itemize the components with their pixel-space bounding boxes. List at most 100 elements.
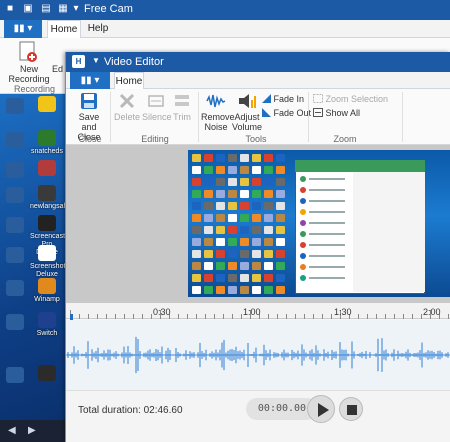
show-all-icon: [313, 108, 323, 117]
ruler-tick: [412, 314, 413, 319]
desktop-icon[interactable]: [6, 98, 24, 114]
desktop-icon[interactable]: [38, 312, 56, 328]
edit-button[interactable]: Ed: [52, 64, 63, 74]
frame-desktop-icon: [240, 190, 249, 198]
desktop-icon[interactable]: [6, 314, 24, 330]
fade-out-button[interactable]: Fade Out: [262, 107, 311, 119]
desktop-icon[interactable]: [6, 217, 24, 233]
desktop-icon[interactable]: [6, 280, 24, 296]
trim-button[interactable]: Trim: [171, 92, 193, 122]
ruler-tick: [403, 314, 404, 319]
zoom-selection-button[interactable]: Zoom Selection: [313, 93, 388, 105]
titlebar-dropdown-icon[interactable]: ▼: [92, 56, 100, 65]
quick-new-icon[interactable]: ▣: [22, 3, 34, 15]
frame-desktop-icon: [252, 190, 261, 198]
frame-desktop-icon: [228, 190, 237, 198]
desktop-icon[interactable]: [38, 215, 56, 231]
save-icon[interactable]: ▦: [57, 3, 69, 15]
silence-label: Silence: [142, 112, 172, 122]
frame-desktop-icon: [192, 154, 201, 162]
desktop-icon[interactable]: [38, 130, 56, 146]
freecam-menu-button[interactable]: ▮▮ ▾: [4, 20, 42, 38]
frame-desktop-icon: [240, 286, 249, 294]
adjust-volume-button[interactable]: Adjust Volume: [232, 92, 262, 132]
frame-desktop-icon: [228, 178, 237, 186]
dropdown-icon[interactable]: ▾: [70, 3, 82, 15]
frame-desktop-icon: [252, 178, 261, 186]
stop-button[interactable]: [339, 397, 363, 421]
frame-desktop-icon: [192, 214, 201, 222]
frame-desktop-icon: [228, 226, 237, 234]
desktop-icon[interactable]: [6, 187, 24, 203]
freecam-title: Free Cam: [84, 3, 133, 15]
show-all-button[interactable]: Show All: [313, 107, 360, 119]
show-all-label: Show All: [325, 108, 361, 118]
group-tools-label: Tools: [245, 134, 267, 144]
new-recording-icon[interactable]: [18, 41, 38, 63]
frame-list-avatar: [300, 275, 306, 281]
remove-noise-icon: [206, 94, 226, 108]
desktop-icon[interactable]: [38, 160, 56, 176]
video-frame[interactable]: [188, 150, 450, 297]
delete-icon: [119, 93, 135, 109]
desktop-icon[interactable]: [38, 278, 56, 294]
ruler-tick: [277, 314, 278, 319]
frame-desktop-icon: [252, 226, 261, 234]
delete-button[interactable]: Delete: [114, 92, 140, 122]
video-editor-window: H ▼ Video Editor ▮▮ ▾ Home Save and Clos…: [65, 52, 450, 442]
desktop-icon[interactable]: [38, 96, 56, 112]
frame-desktop-icon: [228, 274, 237, 282]
frame-list-avatar: [300, 209, 306, 215]
ruler-tick: [313, 314, 314, 319]
frame-desktop-icon: [252, 238, 261, 246]
ruler-tick: [178, 314, 179, 319]
frame-desktop-icon: [216, 166, 225, 174]
frame-desktop-icon: [216, 286, 225, 294]
frame-list-text: [309, 233, 345, 235]
ruler-tick: [79, 314, 80, 319]
editor-menu-button[interactable]: ▮▮ ▾: [70, 72, 110, 89]
audio-waveform[interactable]: [66, 320, 450, 390]
ruler-tick: [133, 314, 134, 319]
frame-desktop-icon: [264, 154, 273, 162]
silence-button[interactable]: Silence: [142, 92, 172, 122]
remove-noise-button[interactable]: Remove Noise: [201, 92, 235, 132]
frame-desktop-icon: [240, 202, 249, 210]
frame-desktop-icon: [264, 214, 273, 222]
desktop-icon[interactable]: [6, 247, 24, 263]
frame-desktop-icon: [216, 238, 225, 246]
freecam-tab-help[interactable]: Help: [84, 20, 112, 38]
frame-list-avatar: [300, 198, 306, 204]
desktop-icon[interactable]: [6, 162, 24, 178]
fade-in-button[interactable]: Fade In: [262, 93, 304, 105]
editor-tab-home[interactable]: Home: [114, 72, 144, 90]
ruler-tick: [421, 314, 422, 319]
freecam-titlebar: ■ ▣ ▤ ▦ ▾ Free Cam: [0, 0, 450, 20]
folder-icon[interactable]: ▤: [40, 3, 52, 15]
desktop-icon[interactable]: [38, 185, 56, 201]
taskbar-back-icon[interactable]: ◀: [8, 425, 16, 436]
frame-desktop-icon: [192, 262, 201, 270]
ruler-tick: [187, 314, 188, 319]
desktop-icon[interactable]: [38, 245, 56, 261]
taskbar-forward-icon[interactable]: ▶: [28, 425, 36, 436]
desktop-icon[interactable]: [6, 367, 24, 383]
frame-desktop-icon: [252, 286, 261, 294]
frame-desktop-icon: [228, 286, 237, 294]
freecam-tab-home[interactable]: Home: [47, 20, 81, 39]
new-recording-button[interactable]: New Recording: [6, 64, 52, 84]
frame-list-item: [300, 187, 350, 194]
group-recording-label: Recording: [14, 84, 56, 94]
ruler-tick: [241, 314, 242, 319]
play-button[interactable]: [307, 395, 335, 423]
silence-icon: [148, 95, 164, 107]
ruler-tick: [214, 314, 215, 319]
ribbon-divider: [402, 92, 403, 142]
desktop-icon[interactable]: [38, 365, 56, 381]
frame-desktop-icon: [264, 226, 273, 234]
ruler-tick: [358, 314, 359, 319]
desktop-icon[interactable]: [6, 132, 24, 148]
frame-desktop-icon: [276, 214, 285, 222]
ruler-tick: [151, 314, 152, 319]
delete-label: Delete: [114, 112, 141, 122]
